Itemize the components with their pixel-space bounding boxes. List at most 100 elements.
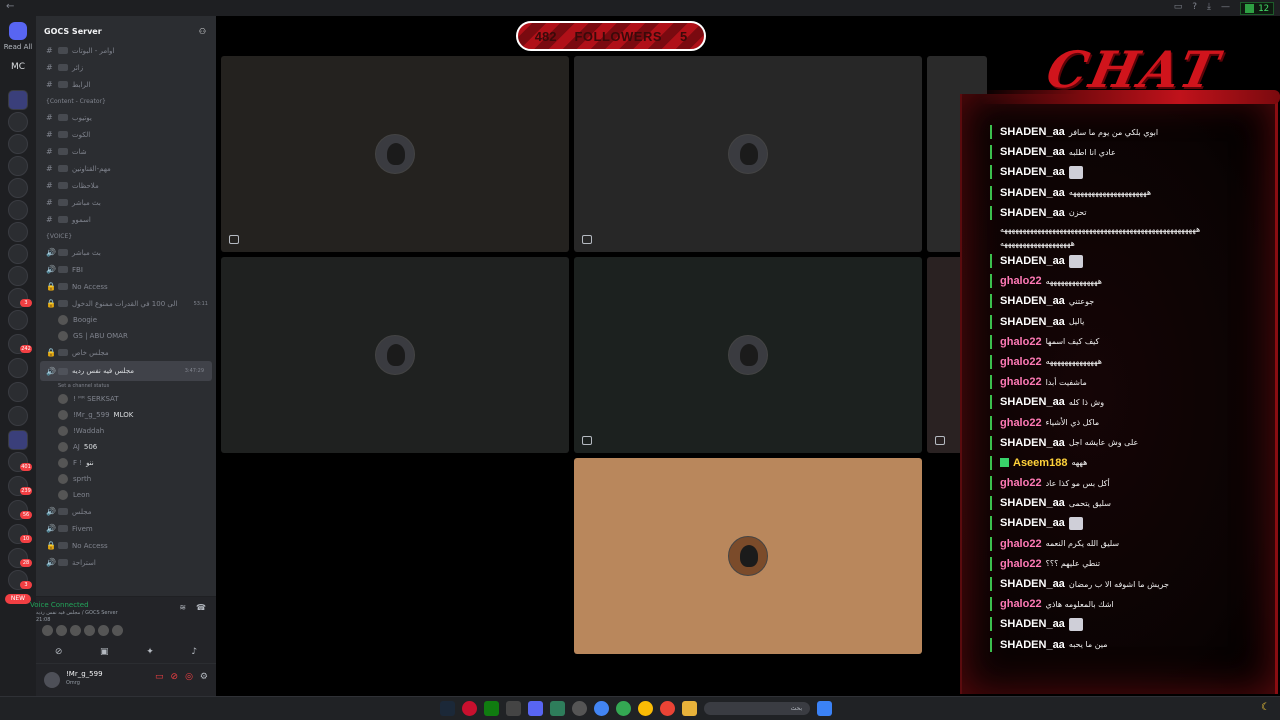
- channel-item[interactable]: # اسموو: [36, 211, 216, 228]
- avatar[interactable]: [56, 625, 67, 636]
- avatar[interactable]: [70, 625, 81, 636]
- server-icon[interactable]: [8, 406, 28, 426]
- voice-member[interactable]: F ! ننو: [36, 455, 216, 471]
- media-player-icon[interactable]: [462, 701, 477, 716]
- username[interactable]: !Mr_g_599: [66, 670, 103, 678]
- camera-icon[interactable]: ▭: [155, 672, 164, 682]
- app-icon[interactable]: [817, 701, 832, 716]
- deafen-icon[interactable]: ◎: [185, 672, 193, 682]
- voice-member[interactable]: Boogie: [36, 312, 216, 328]
- browser-icon[interactable]: [616, 701, 631, 716]
- participant-tile[interactable]: [574, 257, 922, 453]
- channel-label: Leon: [73, 491, 90, 499]
- voice-member[interactable]: sprth: [36, 471, 216, 487]
- browser-icon[interactable]: [660, 701, 675, 716]
- participant-tile[interactable]: [574, 56, 922, 252]
- browser-icon[interactable]: [594, 701, 609, 716]
- participant-tile[interactable]: [221, 257, 569, 453]
- camera-off-icon[interactable]: ⊘: [55, 647, 63, 657]
- channel-item[interactable]: # الكوت: [36, 126, 216, 143]
- new-servers-pill[interactable]: NEW: [5, 594, 31, 604]
- participant-tile[interactable]: [221, 56, 569, 252]
- server-folder-icon[interactable]: [8, 430, 28, 450]
- avatar[interactable]: [84, 625, 95, 636]
- guild-header[interactable]: GOCS Server ⚇: [36, 16, 216, 40]
- server-icon[interactable]: [8, 134, 28, 154]
- browser-icon[interactable]: [638, 701, 653, 716]
- voice-connected-status[interactable]: Voice Connected: [30, 601, 89, 609]
- read-all-button[interactable]: Read All: [0, 43, 36, 51]
- channel-item[interactable]: 🔊 FBI: [36, 261, 216, 278]
- followers-goal: 5: [680, 28, 688, 44]
- taskbar-search[interactable]: بحث: [704, 702, 810, 715]
- channel-item[interactable]: # يوتيوب: [36, 109, 216, 126]
- channel-item[interactable]: # الرابط: [36, 76, 216, 93]
- voice-member[interactable]: GS | ABU OMAR: [36, 328, 216, 344]
- activities-icon[interactable]: ✦: [146, 647, 154, 657]
- avatar[interactable]: [98, 625, 109, 636]
- discord-home-icon[interactable]: [9, 22, 27, 40]
- channel-item[interactable]: # شات: [36, 143, 216, 160]
- soundboard-icon[interactable]: ♪: [191, 647, 197, 657]
- settings-gear-icon[interactable]: ⚙: [200, 672, 208, 682]
- participant-tile-speaking[interactable]: [574, 458, 922, 654]
- voice-member[interactable]: AJ 506: [36, 439, 216, 455]
- server-icon[interactable]: [8, 200, 28, 220]
- voice-member[interactable]: !Mr_g_599 MLOK: [36, 407, 216, 423]
- channel-item[interactable]: # زائر: [36, 59, 216, 76]
- app-icon[interactable]: [550, 701, 565, 716]
- voice-member[interactable]: Leon: [36, 487, 216, 503]
- settings-icon[interactable]: [506, 701, 521, 716]
- file-explorer-icon[interactable]: [682, 701, 697, 716]
- server-icon[interactable]: [8, 266, 28, 286]
- channel-category[interactable]: {Content - Creator}: [36, 93, 216, 109]
- server-icon[interactable]: [8, 244, 28, 264]
- app-icon[interactable]: [572, 701, 587, 716]
- server-icon[interactable]: [8, 310, 28, 330]
- channel-emoji-icon: [58, 300, 68, 307]
- channel-category[interactable]: {VOICE}: [36, 228, 216, 244]
- avatar[interactable]: [44, 672, 60, 688]
- channel-status-prompt[interactable]: Set a channel status: [36, 381, 216, 391]
- server-icon[interactable]: [8, 156, 28, 176]
- server-mc[interactable]: MC: [4, 62, 32, 72]
- inbox-icon[interactable]: ▭: [1174, 2, 1183, 12]
- avatar[interactable]: [112, 625, 123, 636]
- channel-item[interactable]: 🔒 No Access: [36, 278, 216, 295]
- add-member-icon[interactable]: ⚇: [199, 27, 206, 36]
- channel-item[interactable]: 🔊 بث مباشر: [36, 244, 216, 261]
- channel-item[interactable]: 🔊 مجلس: [36, 503, 216, 520]
- help-icon[interactable]: ?: [1192, 2, 1197, 12]
- server-icon[interactable]: [8, 178, 28, 198]
- channel-item[interactable]: 🔒 No Access: [36, 537, 216, 554]
- disconnect-icon[interactable]: ☎: [196, 603, 206, 612]
- minimize-icon[interactable]: —: [1221, 2, 1230, 12]
- signal-icon[interactable]: ≋: [179, 603, 186, 612]
- channel-item[interactable]: 🔒 مجلس خاص: [36, 344, 216, 361]
- avatar[interactable]: [42, 625, 53, 636]
- channel-item[interactable]: 🔊 استراحة: [36, 554, 216, 571]
- server-icon[interactable]: [8, 382, 28, 402]
- channel-item[interactable]: 🔒 الى 100 في القدرات ممنوع الدخول 53:11: [36, 295, 216, 312]
- screen-share-icon[interactable]: ▣: [100, 647, 109, 657]
- channel-item[interactable]: # ملاحظات: [36, 177, 216, 194]
- steam-icon[interactable]: [440, 701, 455, 716]
- back-arrow-icon[interactable]: ←: [6, 1, 14, 12]
- mic-muted-icon[interactable]: ⊘: [171, 672, 179, 682]
- server-icon[interactable]: [8, 358, 28, 378]
- night-mode-icon[interactable]: ☾: [1261, 702, 1270, 713]
- discord-icon[interactable]: [528, 701, 543, 716]
- channel-item[interactable]: 🔊 Fivem: [36, 520, 216, 537]
- channel-item[interactable]: # مهم-القناونين: [36, 160, 216, 177]
- voice-member[interactable]: ! ᴹᴿ SERKSAT: [36, 391, 216, 407]
- channel-item[interactable]: # اوامر - البوتات: [36, 42, 216, 59]
- download-icon[interactable]: ⤓: [1207, 2, 1211, 12]
- channel-item[interactable]: 🔊 مجلس فيه نفس رديه 3:47:29: [40, 361, 212, 381]
- server-folder-icon[interactable]: [8, 90, 28, 110]
- channel-item[interactable]: # بث مباشر: [36, 194, 216, 211]
- xbox-icon[interactable]: [484, 701, 499, 716]
- voice-member[interactable]: !Waddah: [36, 423, 216, 439]
- server-icon[interactable]: [8, 112, 28, 132]
- server-icon[interactable]: [8, 222, 28, 242]
- voice-channel-path[interactable]: مجلس فيه نفس رديه / GOCS Server: [36, 610, 118, 616]
